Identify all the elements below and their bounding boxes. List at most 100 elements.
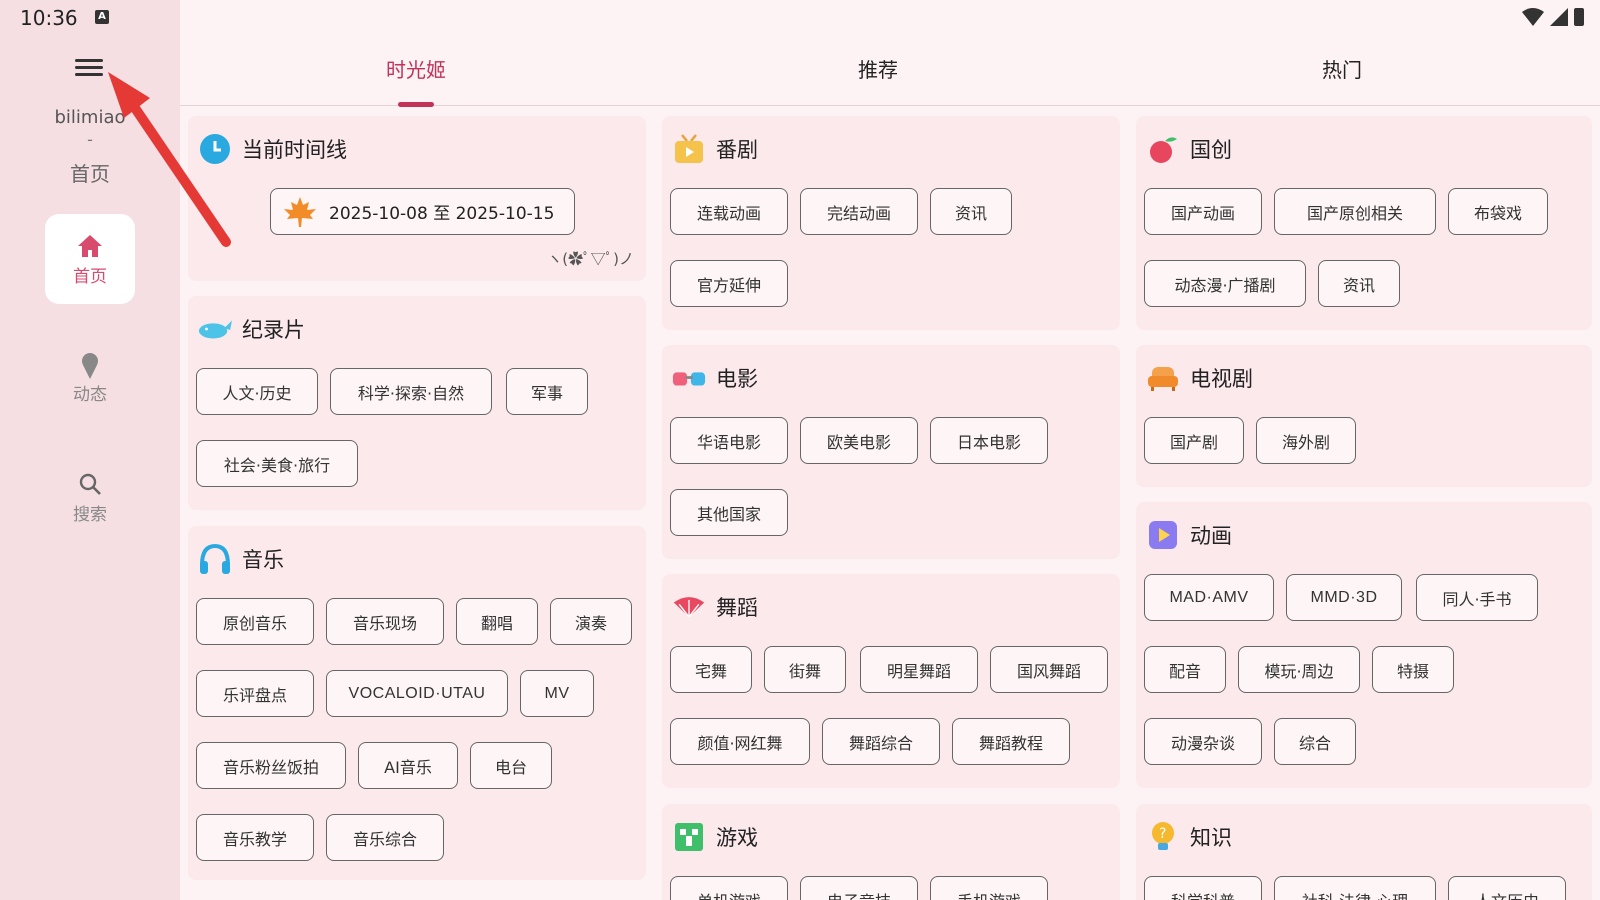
category-chip[interactable]: 华语电影 <box>670 417 788 464</box>
card-header: 国创 <box>1146 132 1232 166</box>
category-chip[interactable]: 海外剧 <box>1256 417 1356 464</box>
tv-series-card: 电视剧 国产剧 海外剧 <box>1136 345 1592 487</box>
maple-leaf-icon <box>284 196 316 227</box>
category-chip[interactable]: 资讯 <box>1318 260 1400 307</box>
category-chip[interactable]: 电台 <box>470 742 552 789</box>
sidebar-item-search[interactable]: 搜索 <box>45 452 135 542</box>
home-icon <box>78 235 102 257</box>
menu-icon-line <box>75 66 103 69</box>
category-chip[interactable]: 官方延伸 <box>670 260 788 307</box>
category-chip[interactable]: 社科·法律·心理 <box>1274 876 1436 900</box>
category-chip[interactable]: 科学·探索·自然 <box>330 368 492 415</box>
card-header: 番剧 <box>672 132 758 166</box>
category-chip[interactable]: 完结动画 <box>800 188 918 235</box>
category-chip[interactable]: 手机游戏 <box>930 876 1048 900</box>
tab-timeline[interactable]: 时光姬 <box>316 54 516 83</box>
category-chip[interactable]: 国产剧 <box>1144 417 1244 464</box>
category-chip[interactable]: VOCALOID·UTAU <box>326 670 508 717</box>
sidebar-item-home[interactable]: 首页 <box>45 214 135 304</box>
sidebar: bilimiao - 首页 首页 动态 搜索 <box>0 0 180 900</box>
category-chip[interactable]: 街舞 <box>764 646 846 693</box>
card-title: 当前时间线 <box>242 138 347 162</box>
tv-icon <box>672 132 706 166</box>
category-chip[interactable]: 军事 <box>506 368 588 415</box>
category-chip[interactable]: 动漫杂谈 <box>1144 718 1262 765</box>
category-chip[interactable]: 人文历史 <box>1448 876 1566 900</box>
lightbulb-icon: ? <box>1146 820 1180 854</box>
date-range-text: 2025-10-08 至 2025-10-15 <box>329 204 555 224</box>
dance-card: 舞蹈 宅舞 街舞 明星舞蹈 国风舞蹈 颜值·网红舞 舞蹈综合 舞蹈教程 <box>662 574 1120 788</box>
menu-button[interactable] <box>72 56 106 82</box>
category-chip[interactable]: 演奏 <box>550 598 632 645</box>
card-title: 音乐 <box>242 548 284 572</box>
category-chip[interactable]: 连载动画 <box>670 188 788 235</box>
menu-icon-line <box>75 59 103 62</box>
category-chip[interactable]: 单机游戏 <box>670 876 788 900</box>
current-page-label: 首页 <box>70 162 110 186</box>
category-chip[interactable]: 舞蹈综合 <box>822 718 940 765</box>
category-chip[interactable]: MAD·AMV <box>1144 574 1274 621</box>
category-chip[interactable]: MMD·3D <box>1286 574 1402 621</box>
card-title: 游戏 <box>716 826 758 850</box>
game-card: 游戏 单机游戏 电子竞技 手机游戏 <box>662 804 1120 900</box>
signal-icon <box>1550 8 1568 26</box>
category-chip[interactable]: 翻唱 <box>456 598 538 645</box>
category-chip[interactable]: 国产原创相关 <box>1274 188 1436 235</box>
category-chip[interactable]: 社会·美食·旅行 <box>196 440 358 487</box>
tab-indicator <box>398 102 434 107</box>
category-chip[interactable]: 宅舞 <box>670 646 752 693</box>
tab-recommend[interactable]: 推荐 <box>778 54 978 83</box>
sidebar-item-label: 首页 <box>73 267 107 287</box>
creeper-icon <box>672 820 706 854</box>
category-chip[interactable]: 音乐教学 <box>196 814 314 861</box>
category-chip[interactable]: 欧美电影 <box>800 417 918 464</box>
status-bar: 10:36 A <box>0 0 1600 36</box>
knowledge-card: ? 知识 科学科普 社科·法律·心理 人文历史 <box>1136 804 1592 900</box>
category-chip[interactable]: 模玩·周边 <box>1238 646 1360 693</box>
date-range-button[interactable]: 2025-10-08 至 2025-10-15 <box>270 188 576 235</box>
search-icon <box>79 473 101 495</box>
tab-hot[interactable]: 热门 <box>1242 54 1442 83</box>
music-card: 音乐 原创音乐 音乐现场 翻唱 演奏 乐评盘点 VOCALOID·UTAU MV… <box>188 526 646 880</box>
category-chip[interactable]: 资讯 <box>930 188 1012 235</box>
play-icon <box>1146 518 1180 552</box>
category-chip[interactable]: 同人·手书 <box>1416 574 1538 621</box>
category-chip[interactable]: 人文·历史 <box>196 368 318 415</box>
category-chip[interactable]: 日本电影 <box>930 417 1048 464</box>
card-title: 电视剧 <box>1190 367 1253 391</box>
movie-card: 电影 华语电影 欧美电影 日本电影 其他国家 <box>662 345 1120 559</box>
card-header: ? 知识 <box>1146 820 1232 854</box>
category-chip[interactable]: 音乐现场 <box>326 598 444 645</box>
category-chip[interactable]: 音乐粉丝饭拍 <box>196 742 346 789</box>
card-header: 电影 <box>672 361 758 395</box>
card-header: 电视剧 <box>1146 361 1253 395</box>
category-chip[interactable]: 音乐综合 <box>326 814 444 861</box>
category-chip[interactable]: 布袋戏 <box>1448 188 1548 235</box>
category-chip[interactable]: 明星舞蹈 <box>860 646 978 693</box>
sidebar-item-label: 动态 <box>73 385 107 405</box>
category-chip[interactable]: 电子竞技 <box>800 876 918 900</box>
category-chip[interactable]: AI音乐 <box>358 742 458 789</box>
category-chip[interactable]: 原创音乐 <box>196 598 314 645</box>
category-chip[interactable]: 其他国家 <box>670 489 788 536</box>
category-chip[interactable]: 舞蹈教程 <box>952 718 1070 765</box>
headphones-icon <box>198 542 232 576</box>
category-chip[interactable]: 配音 <box>1144 646 1226 693</box>
category-chip[interactable]: 颜值·网红舞 <box>670 718 810 765</box>
status-time: 10:36 <box>20 6 78 30</box>
category-chip[interactable]: 动态漫·广播剧 <box>1144 260 1306 307</box>
card-header: 舞蹈 <box>672 590 758 624</box>
category-chip[interactable]: 综合 <box>1274 718 1356 765</box>
category-chip[interactable]: 乐评盘点 <box>196 670 314 717</box>
timeline-card: 当前时间线 2025-10-08 至 2025-10-15 ヽ(✿ﾟ▽ﾟ)ノ <box>188 116 646 281</box>
category-chip[interactable]: 科学科普 <box>1144 876 1262 900</box>
card-header: 游戏 <box>672 820 758 854</box>
category-chip[interactable]: 国产动画 <box>1144 188 1262 235</box>
card-header: 动画 <box>1146 518 1232 552</box>
category-chip[interactable]: MV <box>520 670 594 717</box>
category-chip[interactable]: 国风舞蹈 <box>990 646 1108 693</box>
category-chip[interactable]: 特摄 <box>1372 646 1454 693</box>
sidebar-item-dynamic[interactable]: 动态 <box>45 332 135 422</box>
battery-icon <box>1574 8 1584 26</box>
animation-card: 动画 MAD·AMV MMD·3D 同人·手书 配音 模玩·周边 特摄 动漫杂谈… <box>1136 502 1592 788</box>
